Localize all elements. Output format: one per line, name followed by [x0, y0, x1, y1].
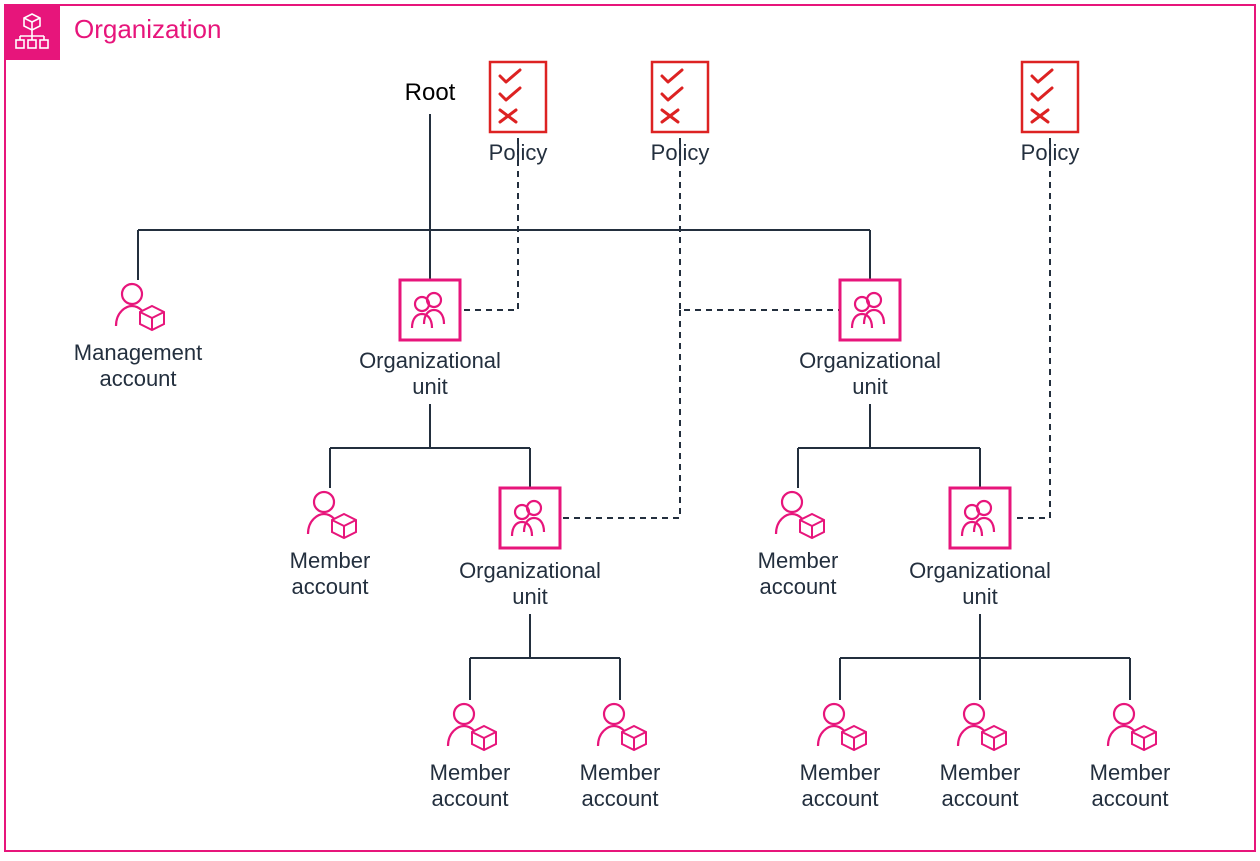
organization-title: Organization	[74, 14, 221, 45]
organization-border	[4, 4, 1256, 852]
organization-badge-icon	[4, 4, 60, 60]
diagram-frame: Organization	[0, 0, 1260, 856]
